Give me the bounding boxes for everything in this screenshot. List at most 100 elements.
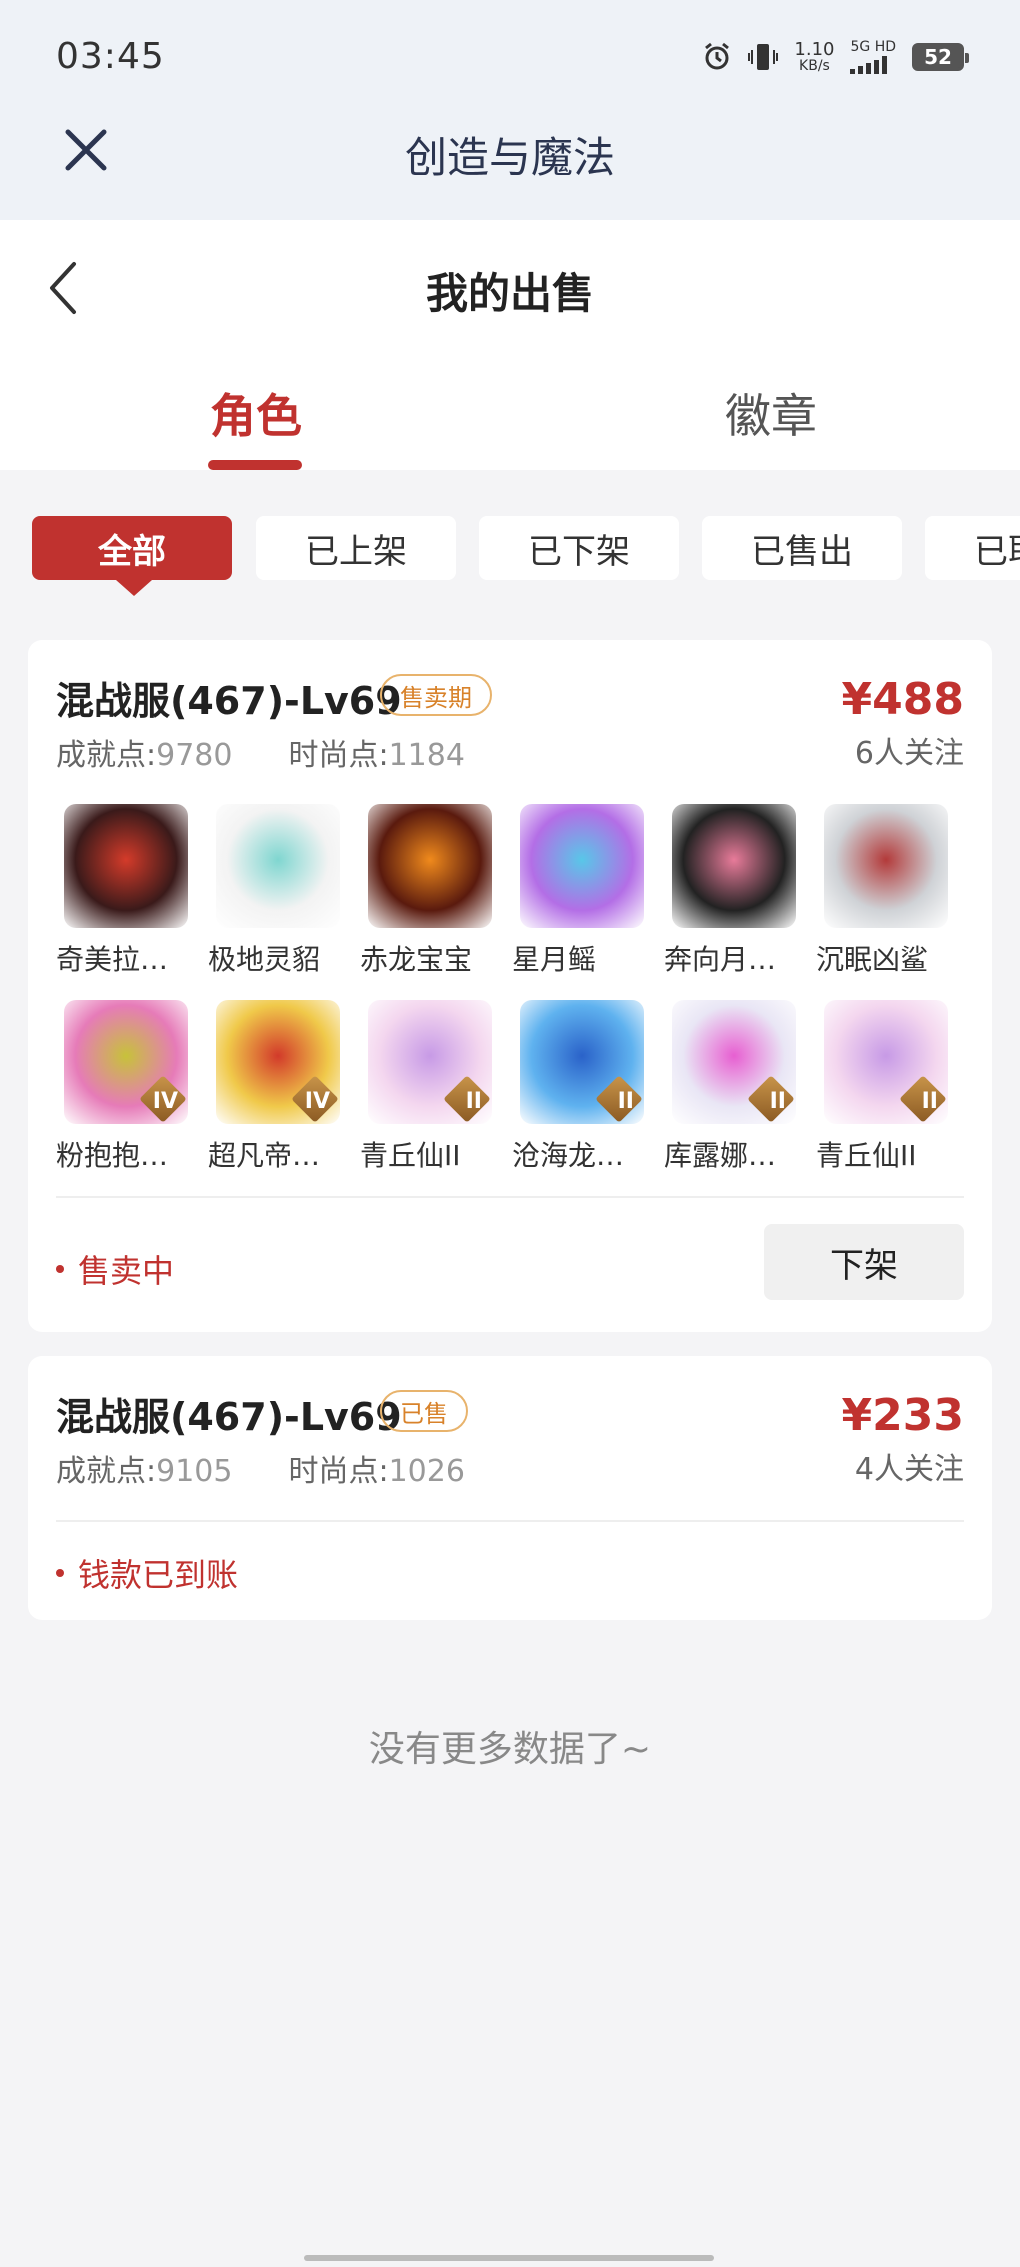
filter-listed[interactable]: 已上架 (256, 516, 456, 580)
filter-cancelled[interactable]: 已取消 (925, 516, 1020, 580)
pet-item[interactable]: 赤龙宝宝 (360, 804, 492, 978)
follower-count: 4人关注 (854, 1452, 964, 1487)
listing-stats: 成就点:9105 时尚点:1026 (56, 1446, 465, 1490)
battery-level: 52 (924, 45, 952, 69)
pet-name: 奔向月… (664, 943, 777, 976)
follower-count: 6人关注 (854, 736, 964, 771)
listing-state: 钱款已到账 (56, 1550, 238, 1596)
status-time: 03:45 (56, 36, 165, 77)
pet-item[interactable]: 奇美拉… (56, 804, 188, 978)
pet-avatar: II (520, 1000, 644, 1124)
pet-name: 青丘仙II (360, 1139, 461, 1172)
achievement-label: 成就点: (56, 738, 157, 773)
state-label: 钱款已到账 (78, 1556, 239, 1594)
tab-role[interactable]: 角色 (210, 380, 302, 446)
fashion-value: 1026 (388, 1454, 465, 1489)
achievement-value: 9780 (156, 738, 233, 773)
pet-avatar: IV (64, 1000, 188, 1124)
pet-avatar (368, 804, 492, 928)
rank-label: II (465, 1089, 482, 1114)
pet-name: 星月鳐 (512, 943, 597, 976)
achievement-points: 成就点:9105 (56, 1446, 232, 1490)
achievement-value: 9105 (156, 1454, 233, 1489)
page-header: 我的出售 角色 徽章 (0, 220, 1020, 470)
pet-avatar (216, 804, 340, 928)
card-divider (56, 1520, 964, 1522)
status-icons: 1.10 KB/s 5G HD 52 (702, 39, 969, 74)
pet-item[interactable]: II 青丘仙II (816, 1000, 948, 1174)
pet-avatar: IV (216, 1000, 340, 1124)
pet-name: 沧海龙… (512, 1139, 625, 1172)
filter-bar: 全部 已上架 已下架 已售出 已取消 (32, 516, 1020, 586)
pet-name: 沉眠凶鲨 (816, 943, 929, 976)
listing-state: 售卖中 (56, 1246, 174, 1292)
pet-item[interactable]: 奔向月… (664, 804, 796, 978)
pet-item[interactable]: II 库露娜… (664, 1000, 796, 1174)
pet-item[interactable]: 极地灵貂 (208, 804, 340, 978)
pet-name: 库露娜… (664, 1139, 777, 1172)
fashion-label: 时尚点: (288, 738, 389, 773)
state-dot (56, 1265, 64, 1273)
pet-item[interactable]: IV 粉抱抱… (56, 1000, 188, 1174)
pet-item[interactable]: 沉眠凶鲨 (816, 804, 948, 978)
listing-stats: 成就点:9780 时尚点:1184 (56, 730, 465, 774)
pet-name: 超凡帝… (208, 1139, 321, 1172)
pet-name: 奇美拉… (56, 943, 169, 976)
network-label: 5G HD (850, 39, 896, 55)
home-indicator[interactable] (304, 2255, 714, 2261)
filter-active-pointer (116, 580, 152, 596)
pet-item[interactable]: II 青丘仙II (360, 1000, 492, 1174)
filter-all[interactable]: 全部 (32, 516, 232, 580)
pet-avatar (64, 804, 188, 928)
pet-item[interactable]: IV 超凡帝… (208, 1000, 340, 1174)
pet-avatar: II (672, 1000, 796, 1124)
app-title: 创造与魔法 (404, 133, 615, 182)
unlist-button[interactable]: 下架 (764, 1224, 964, 1300)
state-label: 售卖中 (78, 1252, 175, 1290)
fashion-points: 时尚点:1026 (288, 1446, 464, 1490)
listing-price: ¥233 (841, 1390, 964, 1441)
status-bar: 03:45 1.10 KB/s 5G HD 52 (0, 0, 1020, 120)
app-header: 创造与魔法 (0, 120, 1020, 220)
listing-title: 混战服(467)-Lv69 (56, 1395, 402, 1439)
achievement-points: 成就点:9780 (56, 730, 232, 774)
listing-title: 混战服(467)-Lv69 (56, 679, 402, 723)
pet-avatar (520, 804, 644, 928)
rank-label: II (769, 1089, 786, 1114)
tab-badge[interactable]: 徽章 (725, 380, 817, 446)
tab-active-indicator (208, 460, 302, 470)
alarm-icon (705, 42, 730, 70)
pet-avatar (672, 804, 796, 928)
status-badge: 已售 (380, 1390, 468, 1432)
filter-unlisted[interactable]: 已下架 (479, 516, 679, 580)
vibrate-icon (748, 44, 779, 70)
rank-label: IV (304, 1089, 330, 1114)
pet-name: 粉抱抱… (56, 1139, 169, 1172)
listing-card[interactable]: 混战服(467)-Lv69 已售 ¥233 4人关注 成就点:9105 时尚点:… (28, 1356, 992, 1620)
pet-name: 青丘仙II (816, 1139, 917, 1172)
pet-name: 极地灵貂 (208, 943, 321, 976)
pet-name: 赤龙宝宝 (360, 943, 473, 976)
network-indicator: 5G HD (850, 40, 896, 74)
filter-sold[interactable]: 已售出 (702, 516, 902, 580)
pet-avatar (824, 804, 948, 928)
achievement-label: 成就点: (56, 1454, 157, 1489)
listing-price: ¥488 (841, 674, 964, 725)
no-more-data: 没有更多数据了~ (368, 1729, 652, 1770)
pet-item[interactable]: II 沧海龙… (512, 1000, 644, 1174)
pet-avatar: II (368, 1000, 492, 1124)
rank-label: II (617, 1089, 634, 1114)
rank-label: II (921, 1089, 938, 1114)
listing-card[interactable]: 混战服(467)-Lv69 售卖期 ¥488 6人关注 成就点:9780 时尚点… (28, 640, 992, 1332)
signal-icon (850, 56, 896, 74)
card-divider (56, 1196, 964, 1198)
net-speed: 1.10 KB/s (794, 39, 835, 74)
rank-label: IV (152, 1089, 178, 1114)
fashion-points: 时尚点:1184 (288, 730, 464, 774)
net-speed-value: 1.10 (794, 39, 835, 60)
pet-item[interactable]: 星月鳐 (512, 804, 644, 978)
pet-avatar: II (824, 1000, 948, 1124)
fashion-value: 1184 (388, 738, 465, 773)
status-badge: 售卖期 (380, 674, 492, 716)
state-dot (56, 1569, 64, 1577)
